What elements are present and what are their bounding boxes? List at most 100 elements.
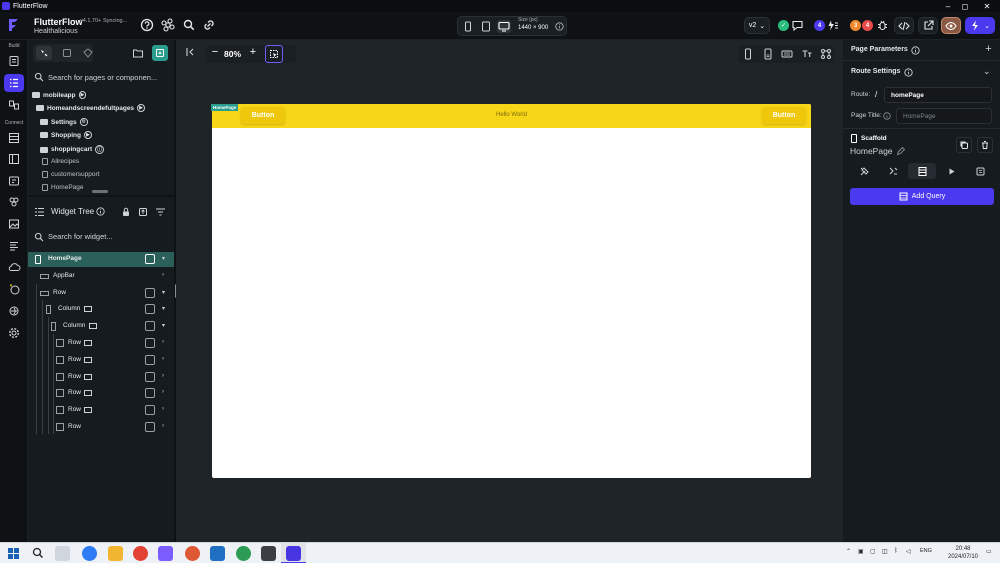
notification-icon[interactable]: ▭	[986, 548, 992, 555]
add-child-icon[interactable]	[145, 254, 155, 264]
tree-row-column[interactable]: Column ▾	[28, 302, 174, 317]
components-tab-icon[interactable]	[62, 48, 72, 58]
tray-icon-1[interactable]: ▣	[858, 548, 864, 555]
tree-row-row[interactable]: Row ›	[28, 403, 174, 418]
page-appbar[interactable]: Button Hello World Button	[212, 104, 811, 128]
add-child-icon[interactable]	[145, 321, 155, 331]
task-view-icon[interactable]	[55, 546, 70, 561]
tray-icon-3[interactable]: ◫	[882, 548, 888, 555]
folder-mobileapp[interactable]: mobileapp ▶	[32, 91, 87, 99]
row-chevron-icon[interactable]: ▾	[162, 255, 165, 262]
add-page-icon[interactable]	[152, 45, 168, 61]
pages-scrollbar[interactable]	[92, 190, 108, 193]
close-button[interactable]: ✕	[977, 0, 997, 12]
volume-icon[interactable]: ◁	[906, 548, 911, 555]
desktop-device-icon[interactable]	[497, 20, 511, 33]
issues-badge[interactable]: 4	[814, 20, 825, 31]
widget-tree-icon[interactable]	[4, 74, 24, 92]
run-lightning-button[interactable]: ⌄	[965, 17, 995, 34]
widget-name[interactable]: HomePage	[850, 146, 893, 156]
lightning-list-icon[interactable]	[826, 19, 839, 32]
command-icon[interactable]	[161, 18, 175, 32]
branch-select[interactable]: v2 ⌄	[744, 17, 770, 34]
integrations-icon[interactable]	[6, 303, 22, 319]
row-chevron-icon[interactable]: ▾	[162, 322, 165, 329]
pages-icon[interactable]	[6, 53, 22, 69]
add-child-icon[interactable]	[145, 372, 155, 382]
page-search-input[interactable]: Search for pages or componen...	[48, 73, 157, 82]
add-folder-icon[interactable]	[132, 47, 144, 59]
warnings-badge[interactable]: 3	[850, 20, 861, 31]
add-child-icon[interactable]	[145, 405, 155, 415]
app-icon-figma[interactable]	[261, 546, 276, 561]
bluetooth-icon[interactable]: ᛒ	[894, 548, 898, 554]
delete-trash-icon[interactable]	[977, 137, 993, 153]
widget-palette-tab-icon[interactable]	[36, 46, 52, 60]
device-frame-icon[interactable]	[743, 48, 753, 60]
app-state-icon[interactable]	[6, 151, 22, 167]
cloud-icon[interactable]	[6, 259, 22, 275]
folder-homeandscreendefultpages[interactable]: Homeandscreendefultpages ▶	[36, 104, 145, 112]
collapse-tree-icon[interactable]	[138, 207, 148, 217]
taskbar-search-icon[interactable]	[32, 547, 44, 559]
page-allrecipes[interactable]: Allrecipes	[42, 158, 79, 165]
tray-chevron-icon[interactable]: ⌃	[846, 548, 851, 555]
chat-icon[interactable]	[791, 19, 804, 32]
errors-badge[interactable]: 4	[862, 20, 873, 31]
row-chevron-icon[interactable]: ▾	[162, 289, 165, 296]
search-icon[interactable]	[182, 18, 196, 32]
tree-row-row[interactable]: Row ›	[28, 370, 174, 385]
folder-shopping[interactable]: Shopping ▶	[40, 131, 92, 139]
zoom-in-button[interactable]: +	[247, 46, 259, 60]
tablet-device-icon[interactable]	[481, 21, 491, 32]
tree-row-row[interactable]: Row ›	[28, 386, 174, 401]
library-tab-icon[interactable]	[83, 48, 93, 58]
preview-eye-icon[interactable]	[941, 17, 961, 34]
media-assets-icon[interactable]	[6, 216, 22, 232]
api-calls-icon[interactable]	[6, 173, 22, 189]
route-settings-chevron-icon[interactable]: ⌄	[983, 66, 991, 77]
duckduckgo-app-icon[interactable]	[185, 546, 200, 561]
filter-icon[interactable]	[155, 207, 166, 217]
windows-start-icon[interactable]	[8, 548, 19, 559]
lock-icon[interactable]	[121, 207, 131, 217]
phone-device-icon[interactable]	[463, 21, 473, 32]
canvas-selection-icon[interactable]	[265, 45, 283, 63]
row-chevron-icon[interactable]: ›	[162, 373, 164, 379]
duplicate-icon[interactable]	[956, 137, 972, 153]
row-chevron-icon[interactable]: ›	[162, 389, 164, 395]
route-input[interactable]: homePage	[884, 87, 992, 103]
page-title-info-icon[interactable]	[883, 112, 891, 120]
add-child-icon[interactable]	[145, 338, 155, 348]
tab-backend-query-icon[interactable]	[879, 163, 907, 179]
edit-name-icon[interactable]	[896, 147, 905, 156]
add-child-icon[interactable]	[145, 388, 155, 398]
route-settings-info-icon[interactable]	[904, 68, 913, 77]
add-child-icon[interactable]	[145, 355, 155, 365]
chrome-app-icon[interactable]	[133, 546, 148, 561]
page-parameters-info-icon[interactable]	[911, 46, 920, 55]
design-canvas[interactable]: − 80% + Button Hello World Button	[176, 40, 843, 542]
page-preview-frame[interactable]: Button Hello World Button	[212, 104, 811, 478]
zoom-out-button[interactable]: −	[209, 46, 221, 60]
tree-row-row[interactable]: Row ›	[28, 420, 174, 435]
tree-row-appbar[interactable]: AppBar ›	[28, 269, 174, 284]
page-homepage-partial[interactable]: HomePage	[42, 184, 84, 191]
page-title-input[interactable]: HomePage	[896, 108, 992, 124]
shortcuts-icon[interactable]	[820, 48, 832, 60]
bug-icon[interactable]	[876, 19, 889, 32]
folder-settings[interactable]: Settings ⚙	[40, 118, 89, 126]
tray-icon-2[interactable]: ▢	[870, 548, 876, 555]
row-chevron-icon[interactable]: ›	[162, 356, 164, 362]
agent-ai-icon[interactable]	[6, 281, 22, 297]
appbar-title-text[interactable]: Hello World	[212, 112, 811, 118]
app-icon-vee[interactable]	[158, 546, 173, 561]
file-explorer-icon[interactable]	[108, 546, 123, 561]
check-status-icon[interactable]: ✓	[778, 20, 789, 31]
help-icon[interactable]	[140, 18, 154, 32]
text-scale-icon[interactable]	[801, 48, 813, 60]
keyboard-icon[interactable]	[781, 48, 793, 60]
add-child-icon[interactable]	[145, 304, 155, 314]
row-chevron-icon[interactable]: ▾	[162, 305, 165, 312]
row-chevron-icon[interactable]: ›	[162, 423, 164, 429]
